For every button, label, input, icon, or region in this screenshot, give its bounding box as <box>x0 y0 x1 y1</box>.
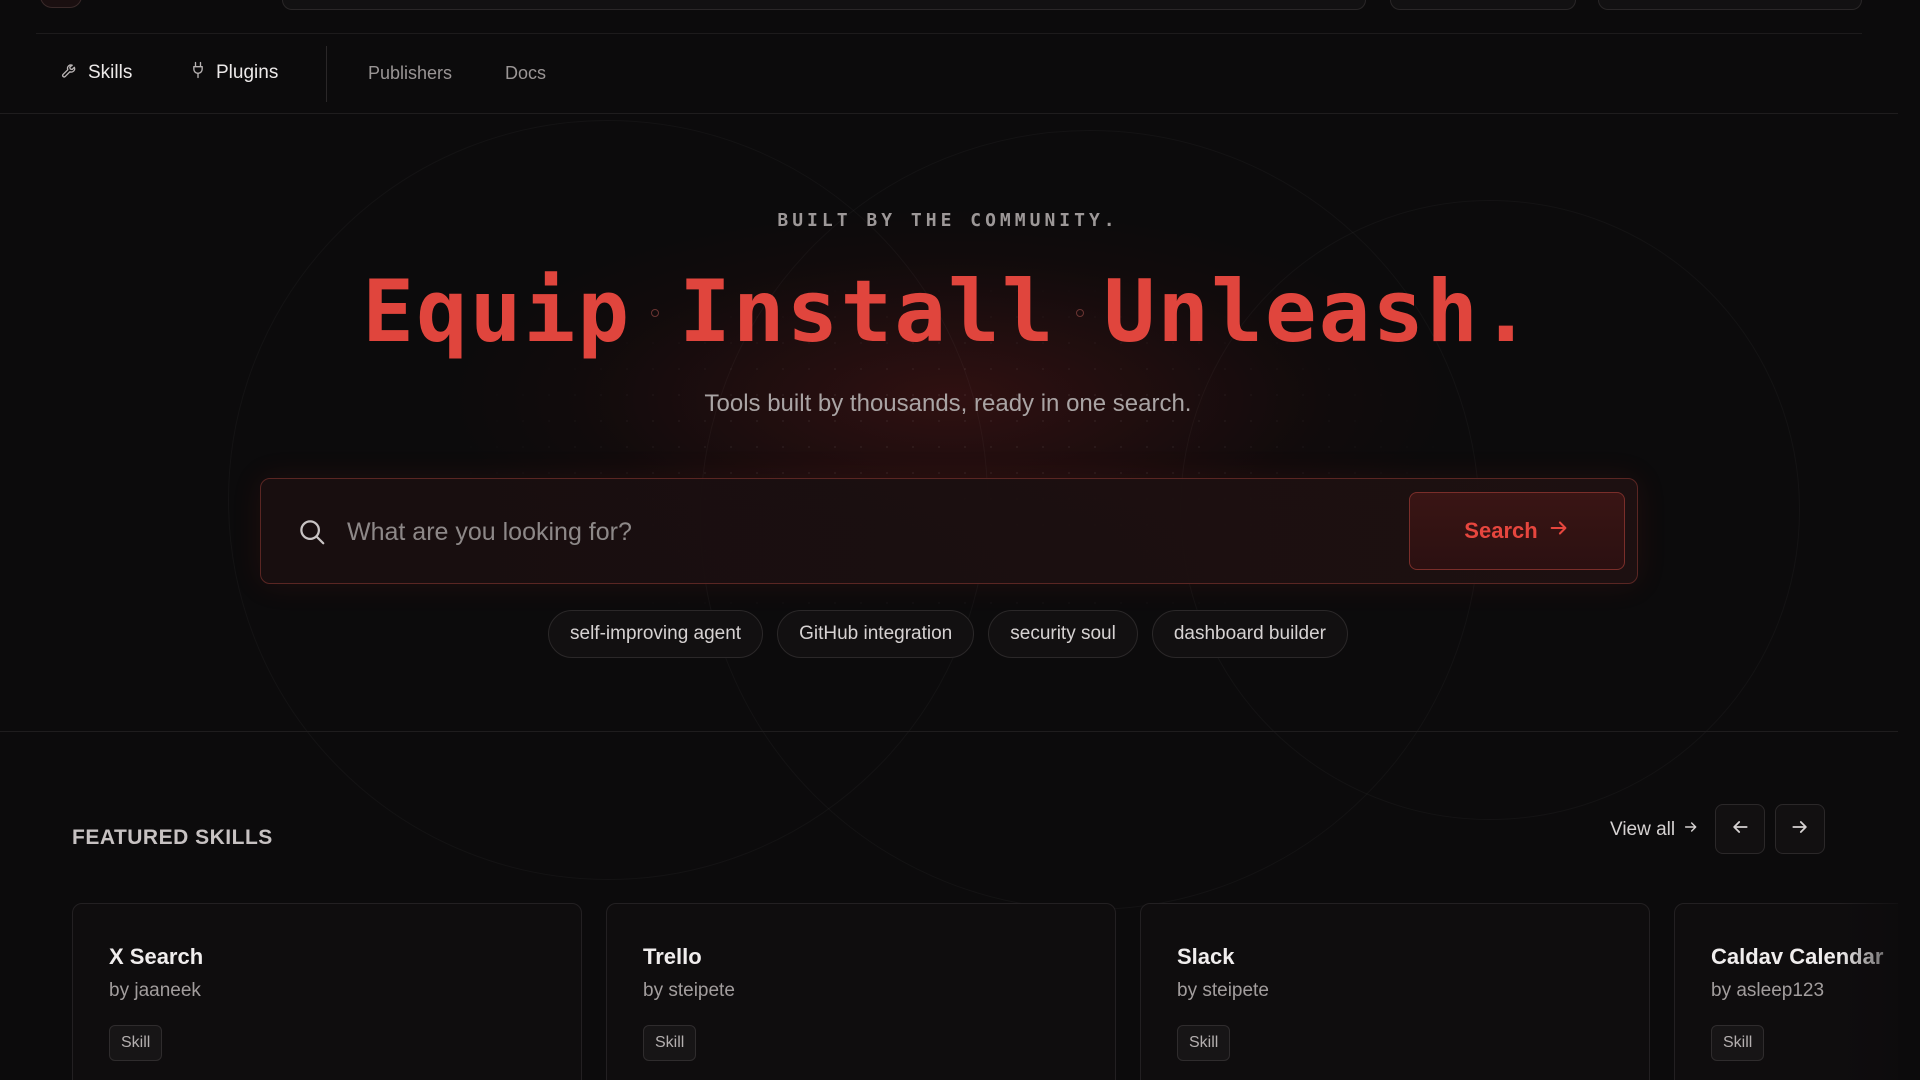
suggestion-chip[interactable]: GitHub integration <box>777 610 975 658</box>
skill-card-author: by steipete <box>1177 980 1269 1001</box>
skill-card-author: by steipete <box>643 980 735 1001</box>
nav-item-skills[interactable]: Skills <box>60 34 132 112</box>
nav-item-publishers[interactable]: Publishers <box>368 34 452 112</box>
suggestion-chip[interactable]: dashboard builder <box>1151 610 1348 658</box>
top-header <box>0 0 1920 34</box>
nav-item-label: Docs <box>505 62 547 83</box>
skill-card[interactable]: Trello by steipete Skill <box>606 903 1116 1080</box>
hero-search-box: Search <box>260 478 1638 584</box>
suggestion-chip[interactable]: security soul <box>988 610 1138 658</box>
headline-word: Install <box>679 262 1056 362</box>
skill-card-title: Slack <box>1177 944 1235 969</box>
plug-icon <box>188 60 208 86</box>
skill-card-title: Trello <box>643 944 702 969</box>
view-all-link[interactable]: View all <box>1610 816 1699 844</box>
skill-card[interactable]: Slack by steipete Skill <box>1140 903 1650 1080</box>
logo-icon[interactable] <box>40 0 82 8</box>
nav-item-label: Plugins <box>216 62 279 83</box>
header-button[interactable] <box>1390 0 1576 10</box>
suggestion-chips: self-improving agent GitHub integration … <box>0 610 1896 658</box>
hero-eyebrow: BUILT BY THE COMMUNITY. <box>777 210 1119 231</box>
main-nav: Skills Plugins Publishers Docs <box>0 34 1898 114</box>
arrow-right-icon <box>1548 517 1570 545</box>
skill-badge: Skill <box>643 1025 697 1061</box>
headline-word: Equip <box>362 262 632 362</box>
hero-headline: Equip Install Unleash. <box>0 262 1896 362</box>
search-button-label: Search <box>1464 518 1538 543</box>
skill-card-title: Caldav Calendar <box>1711 944 1884 969</box>
headline-separator <box>1075 308 1084 317</box>
nav-divider <box>326 46 327 102</box>
header-search-input[interactable] <box>282 0 1366 10</box>
nav-item-plugins[interactable]: Plugins <box>188 34 278 112</box>
skill-badge: Skill <box>1177 1025 1231 1061</box>
skill-card[interactable]: X Search by jaaneek Skill <box>72 903 582 1080</box>
search-icon <box>297 517 327 547</box>
nav-item-label: Publishers <box>368 62 453 83</box>
nav-item-label: Skills <box>88 62 133 83</box>
skill-badge: Skill <box>1711 1025 1765 1061</box>
headline-word: Unleash. <box>1103 262 1534 362</box>
page-edge <box>1898 0 1920 1080</box>
headline-separator <box>651 308 660 317</box>
skill-card-author: by asleep123 <box>1711 980 1825 1001</box>
view-all-label: View all <box>1610 819 1676 840</box>
featured-skills-title: FEATURED SKILLS <box>72 826 273 849</box>
search-input[interactable] <box>347 503 1347 561</box>
header-button[interactable] <box>1598 0 1862 10</box>
skill-card-title: X Search <box>109 944 204 969</box>
carousel-next-button[interactable] <box>1775 804 1825 854</box>
arrow-right-icon <box>1683 819 1699 841</box>
nav-item-docs[interactable]: Docs <box>505 34 546 112</box>
wrench-icon <box>60 60 80 86</box>
skill-card-author: by jaaneek <box>109 980 201 1001</box>
arrow-right-icon <box>1790 817 1810 842</box>
search-button[interactable]: Search <box>1409 492 1625 570</box>
section-divider <box>0 731 1898 732</box>
hero-subtitle: Tools built by thousands, ready in one s… <box>704 390 1192 417</box>
skill-card[interactable]: Caldav Calendar by asleep123 Skill <box>1674 903 1920 1080</box>
suggestion-chip[interactable]: self-improving agent <box>548 610 764 658</box>
skill-badge: Skill <box>109 1025 163 1061</box>
carousel-prev-button[interactable] <box>1715 804 1765 854</box>
arrow-left-icon <box>1730 817 1750 842</box>
page: Skills Plugins Publishers Docs BUILT BY … <box>0 0 1920 1080</box>
